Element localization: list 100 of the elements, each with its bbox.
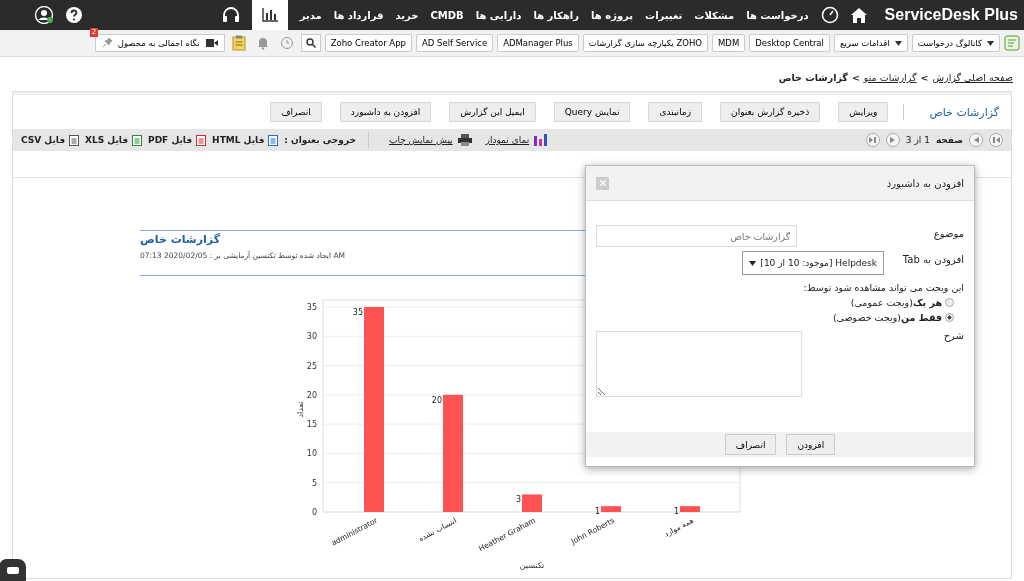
export-link[interactable]: فایل HTML [212, 134, 279, 146]
subject-input-field[interactable]: گزارشات خاص [596, 225, 798, 247]
last-page-button[interactable] [865, 133, 880, 147]
file-icon [268, 134, 279, 146]
search-icon [305, 38, 316, 48]
breadcrumb-separator: > [920, 72, 929, 85]
report-action-button[interactable]: افزودن به داشبورد [339, 102, 432, 122]
caret-icon [894, 40, 902, 46]
visibility-radio-option[interactable]: فقط من(ویجت خصوصی) [596, 312, 954, 323]
y-tick-label: 20 [306, 390, 317, 400]
previous-page-icon [973, 137, 979, 143]
search-button[interactable] [300, 34, 321, 52]
report-heading: گزارشات خاص [140, 233, 221, 246]
y-tick-label: 10 [306, 449, 317, 459]
first-page-button[interactable] [989, 133, 1003, 147]
next-page-button[interactable] [885, 133, 900, 147]
dialog-button[interactable]: افزودن [786, 434, 836, 455]
home-icon[interactable] [850, 7, 867, 23]
user-icon[interactable] [34, 6, 54, 24]
dropdown-button[interactable]: کاتالوگ درخواست [911, 34, 1000, 52]
page-number: 1 از 3 [905, 135, 930, 145]
help-icon[interactable] [66, 7, 82, 23]
toolbar-link-button[interactable]: Desktop Central [749, 34, 830, 52]
clipboard-icon[interactable] [231, 35, 246, 51]
report-action-button[interactable]: ویرایش [838, 102, 889, 122]
visibility-radio-option[interactable]: هر یک(ویجت عمومی) [596, 297, 954, 308]
report-action-button[interactable]: ایمیل این گزارش [449, 102, 536, 122]
caret-icon [749, 260, 756, 266]
nav-tab[interactable]: قرارداد ها [333, 9, 384, 21]
first-page-icon [992, 137, 1000, 143]
nav-tab[interactable]: مشکلات [694, 9, 735, 21]
chart-view-link[interactable]: نمای نمودار [485, 134, 548, 146]
breadcrumb-link[interactable]: صفحه اصلی گزارش [932, 72, 1013, 91]
report-action-button[interactable]: نمایش Query [553, 102, 631, 122]
nav-tab[interactable]: پروژه ها [591, 9, 634, 21]
toolbar-link-button[interactable]: ADManager Plus [497, 34, 579, 52]
bar-value-label: 35 [352, 308, 363, 317]
toolbar-link-button[interactable]: یکپارچه سازی گزارشات ZOHO [582, 34, 708, 52]
caret-icon [987, 40, 994, 46]
bar-chart-icon [261, 8, 278, 22]
tab-select-dropdown[interactable]: Helpdesk [موجود: 10 از 10] [742, 251, 884, 275]
report-action-button[interactable]: زمانبندی [648, 102, 703, 122]
bar-value-label: 1 [594, 507, 600, 517]
print-preview-link[interactable]: پیش نمایش چاپ [389, 134, 472, 146]
toolbar-link-button[interactable]: AD Self Service [416, 34, 494, 52]
product-tour-button[interactable]: نگاه اجمالی به محصول [94, 34, 225, 52]
export-link[interactable]: فایل CSV [21, 134, 80, 146]
y-tick-label: 0 [311, 508, 317, 517]
breadcrumb-separator: > [851, 72, 860, 85]
dialog-button[interactable]: انصراف [724, 434, 777, 455]
add-request-icon[interactable] [1004, 35, 1020, 51]
toolbar-link-button[interactable]: MDM [712, 34, 746, 52]
reports-tab[interactable] [251, 0, 288, 30]
y-tick-label: 35 [306, 303, 317, 312]
report-action-button[interactable]: ذخیره گزارش بعنوان [720, 102, 821, 122]
last-page-icon [869, 137, 877, 143]
x-axis-title: تکنسین [519, 561, 545, 570]
file-icon [69, 134, 80, 146]
dialog-title: افزودن به داشبورد [886, 177, 964, 189]
file-icon [132, 134, 143, 146]
bar-value-label: 1 [673, 507, 679, 517]
printer-icon [457, 134, 472, 146]
field-label: شرح [942, 329, 964, 341]
nav-tab[interactable]: درخواست ها [746, 9, 809, 21]
next-page-icon [890, 137, 896, 143]
visibility-label: این ویجت می تواند مشاهده شود توسط: [802, 282, 964, 293]
field-label: موضوع [932, 227, 964, 239]
report-action-button[interactable]: انصراف [270, 102, 322, 122]
file-icon [196, 134, 207, 146]
bar-value-label: 20 [431, 395, 442, 405]
nav-tab[interactable]: دارایی ها [475, 9, 522, 21]
page-label: صفحه [935, 135, 963, 145]
product-tour-label: نگاه اجمالی به محصول [117, 38, 200, 48]
headset-icon[interactable] [221, 6, 240, 24]
close-icon [599, 180, 606, 186]
y-tick-label: 30 [306, 332, 317, 342]
nav-tab[interactable]: مدیر [299, 9, 322, 21]
previous-page-button[interactable] [969, 133, 983, 147]
y-tick-label: 5 [311, 478, 317, 488]
toolbar-link-button[interactable]: Zoho Creator App [324, 34, 412, 52]
nav-tab[interactable]: تغییرات [645, 9, 683, 21]
nav-tab[interactable]: خرید [395, 9, 419, 21]
breadcrumb-current: گزارشات خاص [778, 72, 848, 86]
y-tick-label: 15 [306, 420, 317, 430]
field-label: افزودن به Tab [901, 253, 964, 265]
report-title: گزارشات خاص [929, 105, 999, 119]
export-link[interactable]: فایل XLS [85, 134, 143, 146]
gauge-icon[interactable] [820, 6, 839, 24]
app-logo[interactable]: ServiceDesk Plus [884, 6, 1018, 24]
chart-icon [534, 134, 548, 146]
nav-tab[interactable]: CMDB [430, 9, 464, 21]
y-tick-label: 25 [306, 361, 317, 371]
y-axis-title: تعداد [296, 401, 305, 418]
chat-icon[interactable] [0, 559, 26, 581]
clock-icon[interactable] [279, 36, 294, 50]
breadcrumb-link[interactable]: گزارشات منو [863, 72, 917, 91]
export-link[interactable]: فایل PDF [148, 134, 207, 146]
bar-value-label: 3 [515, 495, 521, 505]
dropdown-button[interactable]: اقدامات سریع [833, 34, 908, 52]
nav-tab[interactable]: راهکار ها [533, 9, 580, 21]
